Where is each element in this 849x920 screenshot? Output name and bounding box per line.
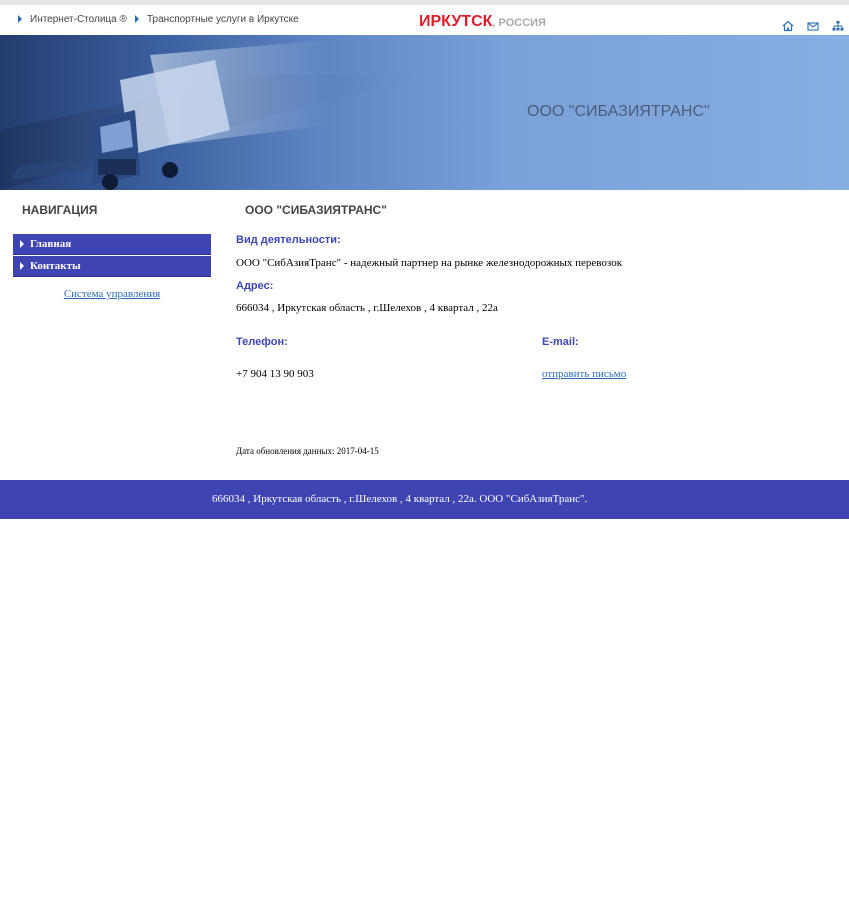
header-bar: Интернет-Столица ® Транспортные услуги в…: [0, 5, 849, 35]
update-date: Дата обновления данных: 2017-04-15: [236, 446, 379, 456]
city-title: ИРКУТСК, РОССИЯ: [419, 13, 546, 31]
page-title: ООО "СИБАЗИЯТРАНС": [245, 203, 387, 217]
country-name: , РОССИЯ: [492, 17, 546, 29]
nav-item-contacts[interactable]: Контакты: [13, 256, 211, 277]
nav-heading: НАВИГАЦИЯ: [22, 203, 98, 217]
sitemap-icon[interactable]: [832, 20, 844, 32]
nav-arrow-icon: [20, 262, 24, 270]
email-label: E-mail:: [542, 336, 579, 348]
header-banner: ООО "СИБАЗИЯТРАНС": [0, 35, 849, 190]
home-icon[interactable]: [782, 20, 794, 32]
phone-label: Телефон:: [236, 336, 288, 348]
mail-icon[interactable]: [807, 20, 819, 32]
crumb-internet-capital[interactable]: Интернет-Столица ®: [18, 14, 127, 25]
crumb-label: Транспортные услуги в Иркутске: [147, 14, 299, 25]
phone-value: +7 904 13 90 903: [236, 368, 314, 380]
send-email-link[interactable]: отправить письмо: [542, 368, 626, 380]
city-name: ИРКУТСК: [419, 13, 493, 30]
activity-label: Вид деятельности:: [236, 234, 341, 246]
crumb-transport-services[interactable]: Транспортные услуги в Иркутске: [135, 14, 299, 25]
activity-text: ООО "СибАзияТранс" - надежный партнер на…: [236, 257, 623, 269]
crumb-label: Интернет-Столица ®: [30, 14, 127, 25]
nav-arrow-icon: [20, 240, 24, 248]
address-text: 666034 , Иркутская область , г.Шелехов ,…: [236, 302, 498, 314]
admin-system-link[interactable]: Система управления: [0, 288, 224, 300]
footer-address: 666034 , Иркутская область , г.Шелехов ,…: [212, 493, 588, 505]
footer-bar: 666034 , Иркутская область , г.Шелехов ,…: [0, 480, 849, 519]
truck-illustration: [0, 40, 420, 190]
nav-item-label: Контакты: [30, 260, 81, 272]
address-label: Адрес:: [236, 280, 274, 292]
crumb-arrow-icon: [18, 15, 22, 23]
nav-item-label: Главная: [30, 238, 72, 250]
crumb-arrow-icon: [135, 15, 139, 23]
banner-company-title: ООО "СИБАЗИЯТРАНС": [527, 103, 710, 120]
nav-item-home[interactable]: Главная: [13, 234, 211, 255]
